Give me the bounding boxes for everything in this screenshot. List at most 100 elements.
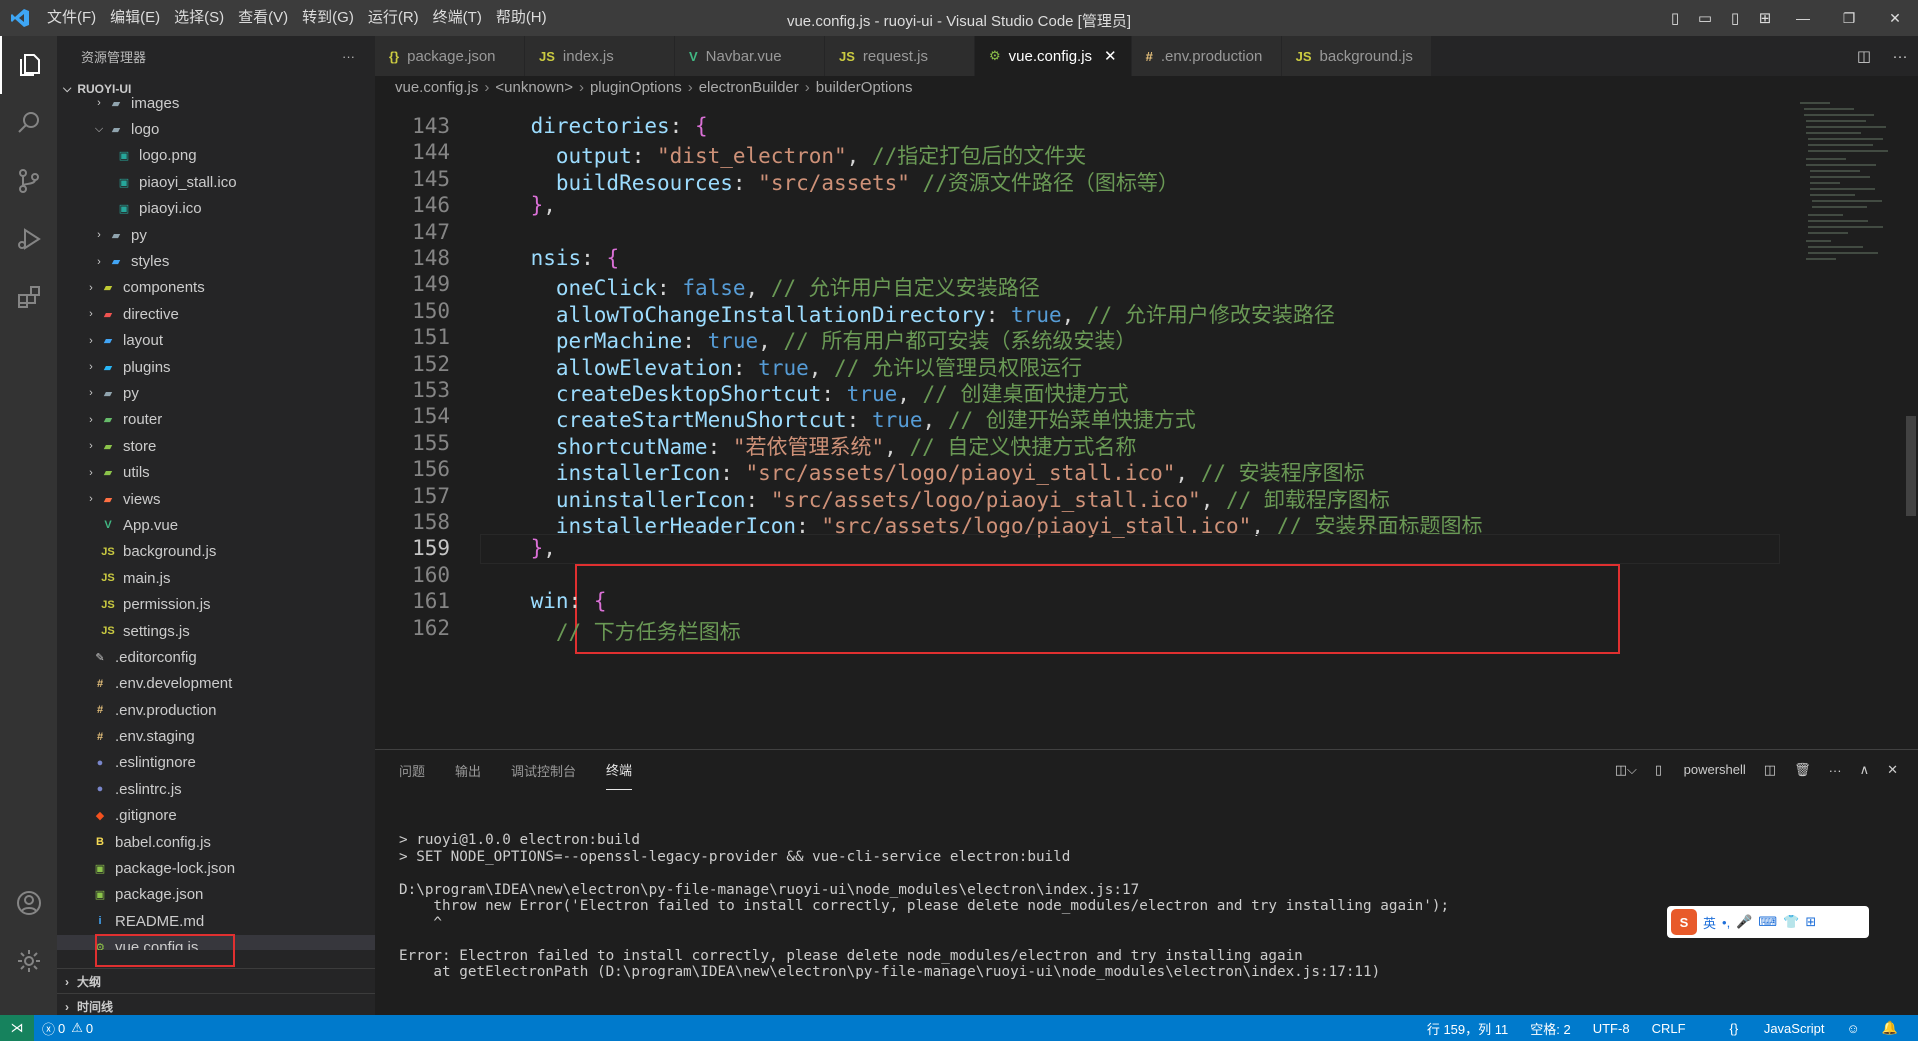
remote-icon[interactable]: ⋊ [0,1015,34,1041]
accounts-icon[interactable] [0,874,57,932]
file-item[interactable]: # .env.development [57,671,375,697]
source-control-icon[interactable] [0,152,57,210]
tab-background-js[interactable]: JS background.js [1281,36,1432,76]
maximize-panel-icon[interactable]: ∧ [1860,762,1870,778]
file-item[interactable]: ✎ .editorconfig [57,644,375,670]
code-view[interactable]: 143 directories: {144 output: "dist_elec… [375,110,1918,749]
close-panel-icon[interactable]: ✕ [1887,762,1898,778]
more-actions-icon[interactable]: ··· [1882,48,1918,65]
tab-request-js[interactable]: JS request.js [825,36,975,76]
more-actions-icon[interactable]: ··· [342,49,355,64]
file-item[interactable]: JS main.js [57,565,375,591]
minimap[interactable] [1798,98,1898,298]
code-line[interactable]: buildResources: "src/assets" //资源文件路径（图标… [480,167,1179,197]
file-item[interactable]: JS settings.js [57,618,375,644]
terminal-output[interactable]: > ruoyi@1.0.0 electron:build > SET NODE_O… [399,830,1449,980]
file-item[interactable]: ▣ logo.png [57,143,375,169]
new-terminal-icon[interactable]: ◫⌵ [1615,762,1637,778]
file-item[interactable]: ◆ .gitignore [57,803,375,829]
code-line[interactable]: }, [480,536,556,560]
explorer-icon[interactable] [0,36,57,94]
breadcrumb-item[interactable]: electronBuilder [699,79,799,96]
file-item[interactable]: ● .eslintrc.js [57,776,375,802]
panel-tab[interactable]: 问题 [399,750,425,790]
errors-count[interactable]: 0 [58,1021,65,1036]
menu-item[interactable]: 转到(G) [295,0,361,36]
kill-terminal-icon[interactable]: 🗑 [1794,762,1811,778]
menu-item[interactable]: 编辑(E) [103,0,167,36]
file-item[interactable]: Bbabel.config.js [57,829,375,855]
customize-layout-icon[interactable]: ⊞ [1753,0,1777,36]
folder-item[interactable]: › ▰ py [57,222,375,248]
run-debug-icon[interactable] [0,210,57,268]
tab-index-js[interactable]: JS index.js [525,36,675,76]
folder-item[interactable]: › ▰ py [57,380,375,406]
notifications-bell-icon[interactable]: 🔔 [1882,1020,1898,1036]
panel-tab[interactable]: 调试控制台 [511,750,576,790]
file-item[interactable]: V App.vue [57,512,375,538]
encoding[interactable]: UTF-8 [1593,1021,1630,1036]
folder-item[interactable]: › ▰ store [57,433,375,459]
menu-item[interactable]: 文件(F) [40,0,103,36]
tab-package-json[interactable]: {} package.json [375,36,525,76]
split-terminal-icon[interactable]: ◫ [1764,762,1776,778]
errors-icon[interactable]: ⓧ [42,1019,55,1038]
file-item[interactable]: ▣ piaoyi.ico [57,196,375,222]
more-actions-icon[interactable]: ··· [1829,763,1842,778]
file-item[interactable]: ▣ package-lock.json [57,855,375,881]
menu-item[interactable]: 选择(S) [167,0,231,36]
code-line[interactable]: nsis: { [480,246,620,270]
keyboard-icon[interactable]: ⌨ [1758,914,1777,930]
toggle-sidebar-icon[interactable]: ▯ [1663,0,1687,36]
code-line[interactable]: }, [480,193,556,217]
microphone-icon[interactable]: 🎤 [1736,914,1752,930]
search-icon[interactable] [0,94,57,152]
scrollbar-thumb[interactable] [1906,416,1916,516]
folder-item[interactable]: ⌵ ▰ logo [57,116,375,142]
skin-icon[interactable]: 👕 [1783,914,1799,930]
code-line[interactable]: directories: { [480,114,708,138]
toolbox-icon[interactable]: ⊞ [1805,914,1816,930]
ime-toolbar[interactable]: S 英 •, 🎤 ⌨ 👕 ⊞ [1667,906,1869,938]
tab-env-production[interactable]: # .env.production [1131,36,1282,76]
file-item[interactable]: ● .eslintignore [57,750,375,776]
menu-item[interactable]: 查看(V) [231,0,295,36]
language-mode[interactable]: {} JavaScript [1708,1021,1825,1036]
folder-item[interactable]: › ▰ router [57,407,375,433]
file-item[interactable]: # .env.production [57,697,375,723]
tab-vue-config-js[interactable]: ⚙ vue.config.js ✕ [975,36,1132,76]
cursor-position[interactable]: 行 159，列 11 [1427,1019,1508,1038]
minimize-button[interactable]: — [1780,0,1826,36]
file-item[interactable]: JS background.js [57,539,375,565]
punctuation-icon[interactable]: •, [1722,915,1730,930]
file-item[interactable]: ▣ package.json [57,882,375,908]
menu-item[interactable]: 运行(R) [361,0,426,36]
restore-button[interactable]: ❐ [1826,0,1872,36]
editor-scrollbar[interactable] [1904,98,1918,749]
outline-section[interactable]: › 大纲 [57,968,375,994]
folder-item[interactable]: › ▰ directive [57,301,375,327]
tab-navbar-vue[interactable]: V Navbar.vue [675,36,825,76]
file-item[interactable]: i README.md [57,908,375,934]
file-item[interactable]: # .env.staging [57,723,375,749]
breadcrumb-item[interactable]: vue.config.js [395,79,478,96]
toggle-secondary-sidebar-icon[interactable]: ▯ [1723,0,1747,36]
menu-item[interactable]: 终端(T) [426,0,489,36]
breadcrumb-item[interactable]: <unknown> [495,79,573,96]
toggle-panel-icon[interactable]: ▭ [1693,0,1717,36]
folder-item[interactable]: › ▰ layout [57,328,375,354]
folder-item[interactable]: › ▰ styles [57,248,375,274]
indentation[interactable]: 空格: 2 [1530,1019,1570,1038]
close-tab-icon[interactable]: ✕ [1104,47,1117,65]
folder-item[interactable]: › ▰ utils [57,459,375,485]
warnings-count[interactable]: 0 [86,1021,93,1036]
panel-tab[interactable]: 输出 [455,750,481,790]
folder-item[interactable]: › ▰ images [57,90,375,116]
ime-mode[interactable]: 英 [1703,913,1716,932]
folder-item[interactable]: › ▰ plugins [57,354,375,380]
folder-item[interactable]: › ▰ views [57,486,375,512]
menu-item[interactable]: 帮助(H) [489,0,554,36]
close-window-button[interactable]: ✕ [1872,0,1918,36]
file-item[interactable]: JS permission.js [57,591,375,617]
feedback-icon[interactable]: ☺ [1847,1021,1860,1036]
